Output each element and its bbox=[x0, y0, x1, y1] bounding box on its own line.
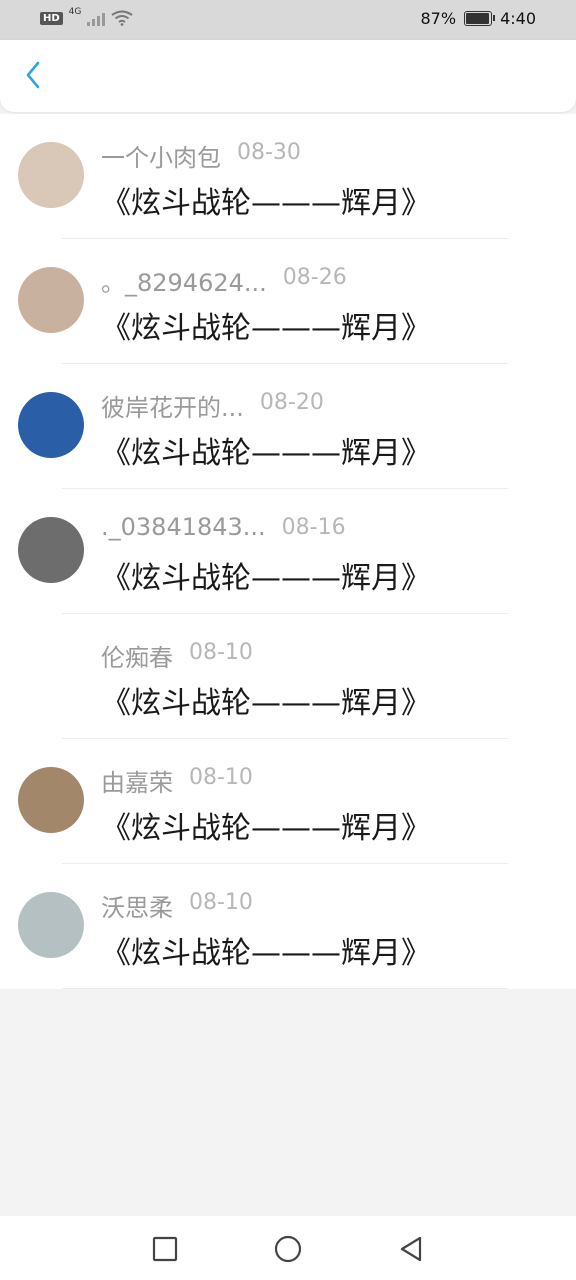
sender-row: 一个小肉包 08-30 bbox=[101, 138, 301, 173]
battery-percent: 87% bbox=[420, 9, 457, 28]
circle-icon bbox=[274, 1235, 302, 1263]
triangle-back-icon bbox=[400, 1236, 422, 1262]
list-item[interactable]: 一个小肉包 08-30 《炫斗战轮———辉月》 bbox=[0, 114, 576, 239]
list-item[interactable]: 伦痴春 08-10 《炫斗战轮———辉月》 bbox=[0, 614, 576, 739]
list-item[interactable]: ._03841843... 08-16 《炫斗战轮———辉月》 bbox=[0, 489, 576, 614]
message-text: 《炫斗战轮———辉月》 bbox=[101, 686, 431, 721]
message-text: 《炫斗战轮———辉月》 bbox=[101, 811, 431, 846]
status-bar: HD 4G 87% 4:40 bbox=[0, 0, 576, 40]
message-date: 08-26 bbox=[282, 265, 347, 290]
battery-icon bbox=[464, 11, 496, 26]
clock: 4:40 bbox=[500, 9, 536, 28]
header bbox=[0, 40, 576, 112]
square-icon bbox=[152, 1236, 178, 1262]
list-item[interactable]: 沃思柔 08-10 《炫斗战轮———辉月》 bbox=[0, 864, 576, 989]
battery-fill bbox=[466, 13, 489, 24]
recents-button[interactable] bbox=[150, 1234, 180, 1264]
sender-row: 由嘉荣 08-10 bbox=[101, 763, 253, 798]
sender-name: 伦痴春 bbox=[101, 644, 173, 672]
back-button[interactable] bbox=[18, 60, 48, 90]
message-date: 08-10 bbox=[189, 640, 253, 665]
message-date: 08-30 bbox=[237, 140, 301, 165]
list-item[interactable]: 。_8294624... 08-26 《炫斗战轮———辉月》 bbox=[0, 239, 576, 364]
network-type: 4G bbox=[68, 7, 82, 17]
sender-row: 伦痴春 08-10 bbox=[101, 638, 253, 673]
message-date: 08-16 bbox=[281, 515, 346, 540]
home-button[interactable] bbox=[273, 1234, 303, 1264]
list-item[interactable]: 由嘉荣 08-10 《炫斗战轮———辉月》 bbox=[0, 739, 576, 864]
sender-name: ._03841843... bbox=[101, 513, 266, 541]
sender-name: 沃思柔 bbox=[101, 894, 173, 922]
wifi-icon bbox=[111, 10, 133, 26]
sender-name: 由嘉荣 bbox=[101, 769, 173, 797]
message-text: 《炫斗战轮———辉月》 bbox=[101, 311, 431, 346]
message-list: 一个小肉包 08-30 《炫斗战轮———辉月》 。_8294624... 08-… bbox=[0, 114, 576, 989]
sender-row: 彼岸花开的... 08-20 bbox=[101, 388, 324, 423]
message-text: 《炫斗战轮———辉月》 bbox=[101, 561, 431, 596]
system-nav-bar bbox=[0, 1216, 576, 1280]
message-date: 08-10 bbox=[189, 890, 253, 915]
sender-name: 。_8294624... bbox=[101, 269, 267, 297]
list-item[interactable]: 彼岸花开的... 08-20 《炫斗战轮———辉月》 bbox=[0, 364, 576, 489]
avatar[interactable] bbox=[18, 767, 84, 833]
nav-back-button[interactable] bbox=[396, 1234, 426, 1264]
hd-badge: HD bbox=[40, 11, 63, 25]
message-date: 08-20 bbox=[259, 390, 324, 415]
message-text: 《炫斗战轮———辉月》 bbox=[101, 436, 431, 471]
sender-row: ._03841843... 08-16 bbox=[101, 513, 346, 541]
sender-row: 。_8294624... 08-26 bbox=[101, 263, 347, 298]
sender-row: 沃思柔 08-10 bbox=[101, 888, 253, 923]
sender-name: 一个小肉包 bbox=[101, 144, 221, 172]
sender-name: 彼岸花开的... bbox=[101, 394, 244, 422]
avatar[interactable] bbox=[18, 892, 84, 958]
avatar[interactable] bbox=[18, 142, 84, 208]
status-right: 87% 4:40 bbox=[421, 9, 537, 28]
message-text: 《炫斗战轮———辉月》 bbox=[101, 936, 431, 971]
signal-icon bbox=[87, 10, 106, 26]
message-date: 08-10 bbox=[189, 765, 253, 790]
status-left: HD 4G bbox=[40, 7, 133, 26]
avatar[interactable] bbox=[18, 517, 84, 583]
chevron-left-icon bbox=[26, 61, 40, 89]
divider bbox=[62, 988, 508, 989]
message-text: 《炫斗战轮———辉月》 bbox=[101, 186, 431, 221]
avatar[interactable] bbox=[18, 392, 84, 458]
avatar[interactable] bbox=[18, 642, 84, 708]
avatar[interactable] bbox=[18, 267, 84, 333]
